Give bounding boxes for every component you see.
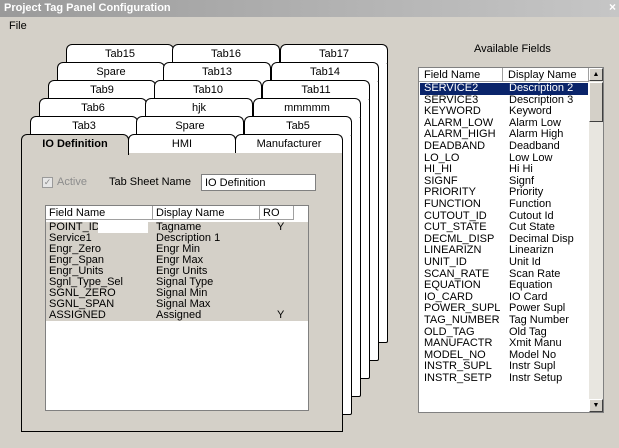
cell-display-name: Assigned	[156, 309, 202, 321]
list-item[interactable]: SERVICE2 Description 2	[420, 82, 588, 95]
window-title: Project Tag Panel Configuration	[4, 2, 171, 14]
tab-sheet-name-input[interactable]	[201, 174, 316, 191]
title-bar: Project Tag Panel Configuration ×	[0, 0, 619, 17]
tab-tab10[interactable]: Tab10	[154, 80, 262, 99]
cell-field-name: ASSIGNED	[49, 309, 106, 321]
item-display-name: Function	[509, 198, 552, 210]
column-header-ro[interactable]: RO	[260, 206, 294, 220]
tab-tab13[interactable]: Tab13	[163, 62, 271, 81]
list-item[interactable]: INSTR_SETP Instr Setup	[420, 372, 588, 385]
tab-spare[interactable]: Spare	[57, 62, 165, 81]
tab-tab15[interactable]: Tab15	[66, 44, 174, 63]
tab-tab5[interactable]: Tab5	[244, 116, 352, 135]
column-header-display-name[interactable]: Display Name	[153, 206, 260, 220]
column-header-field-name[interactable]: Field Name	[419, 68, 503, 82]
list-item[interactable]: UNIT_ID Unit Id	[420, 256, 588, 269]
scroll-thumb[interactable]	[589, 82, 603, 122]
tab-tab11[interactable]: Tab11	[262, 80, 370, 99]
cell-ro: Y	[277, 309, 285, 321]
list-item[interactable]: DEADBAND Deadband	[420, 140, 588, 153]
list-item[interactable]: FUNCTION Function	[420, 198, 588, 211]
tab-hmi[interactable]: HMI	[128, 134, 236, 153]
scrollbar[interactable]: ▲ ▼	[589, 68, 603, 412]
item-display-name: Unit Id	[509, 256, 541, 268]
available-fields-label: Available Fields	[474, 43, 551, 55]
tab-sheet-name-label: Tab Sheet Name	[109, 176, 191, 188]
item-display-name: Tag Number	[509, 314, 569, 326]
item-field-name: FUNCTION	[424, 198, 481, 210]
tab-panel-io-definition: ✓ Active Tab Sheet Name Field Name Displ…	[21, 151, 343, 432]
tab-tab17[interactable]: Tab17	[280, 44, 388, 63]
scroll-up-icon[interactable]: ▲	[589, 68, 603, 81]
tab-spare[interactable]: Spare	[136, 116, 244, 135]
tab-mmmmm[interactable]: mmmmm	[253, 98, 361, 117]
menu-bar: File	[0, 18, 619, 34]
active-checkbox[interactable]: ✓	[42, 176, 53, 188]
active-label: Active	[57, 176, 87, 188]
item-display-name: Description 2	[509, 82, 574, 94]
column-header-display-name[interactable]: Display Name	[503, 68, 589, 82]
scroll-down-icon[interactable]: ▼	[589, 399, 603, 412]
tab-tab16[interactable]: Tab16	[172, 44, 280, 63]
field-grid[interactable]: Field Name Display Name RO POINT_ID Tagna…	[45, 205, 309, 411]
tab-tab9[interactable]: Tab9	[48, 80, 156, 99]
close-icon[interactable]: ×	[609, 0, 616, 15]
column-header-field-name[interactable]: Field Name	[46, 206, 153, 220]
tab-tab14[interactable]: Tab14	[271, 62, 379, 81]
tab-tab3[interactable]: Tab3	[30, 116, 138, 135]
table-row[interactable]: ASSIGNED Assigned Y	[46, 310, 308, 321]
item-field-name: DEADBAND	[424, 140, 486, 152]
active-checkbox-row[interactable]: ✓ Active	[42, 176, 87, 188]
item-field-name: TAG_NUMBER	[424, 314, 500, 326]
cell-ro: Y	[277, 221, 285, 233]
list-item[interactable]: TAG_NUMBER Tag Number	[420, 314, 588, 327]
menu-file[interactable]: File	[9, 20, 27, 32]
item-field-name: SERVICE2	[424, 82, 479, 94]
tab-hjk[interactable]: hjk	[145, 98, 253, 117]
item-display-name: Deadband	[509, 140, 560, 152]
tab-io-definition[interactable]: IO Definition	[21, 134, 129, 155]
tab-tab6[interactable]: Tab6	[39, 98, 147, 117]
item-field-name: INSTR_SETP	[424, 372, 492, 384]
cell-edit-box[interactable]	[98, 222, 148, 233]
available-fields-list[interactable]: Field Name Display Name ▲ ▼ SERVICE2 Desc…	[418, 67, 604, 413]
item-field-name: UNIT_ID	[424, 256, 467, 268]
item-display-name: Instr Setup	[509, 372, 563, 384]
tab-manufacturer[interactable]: Manufacturer	[235, 134, 343, 153]
